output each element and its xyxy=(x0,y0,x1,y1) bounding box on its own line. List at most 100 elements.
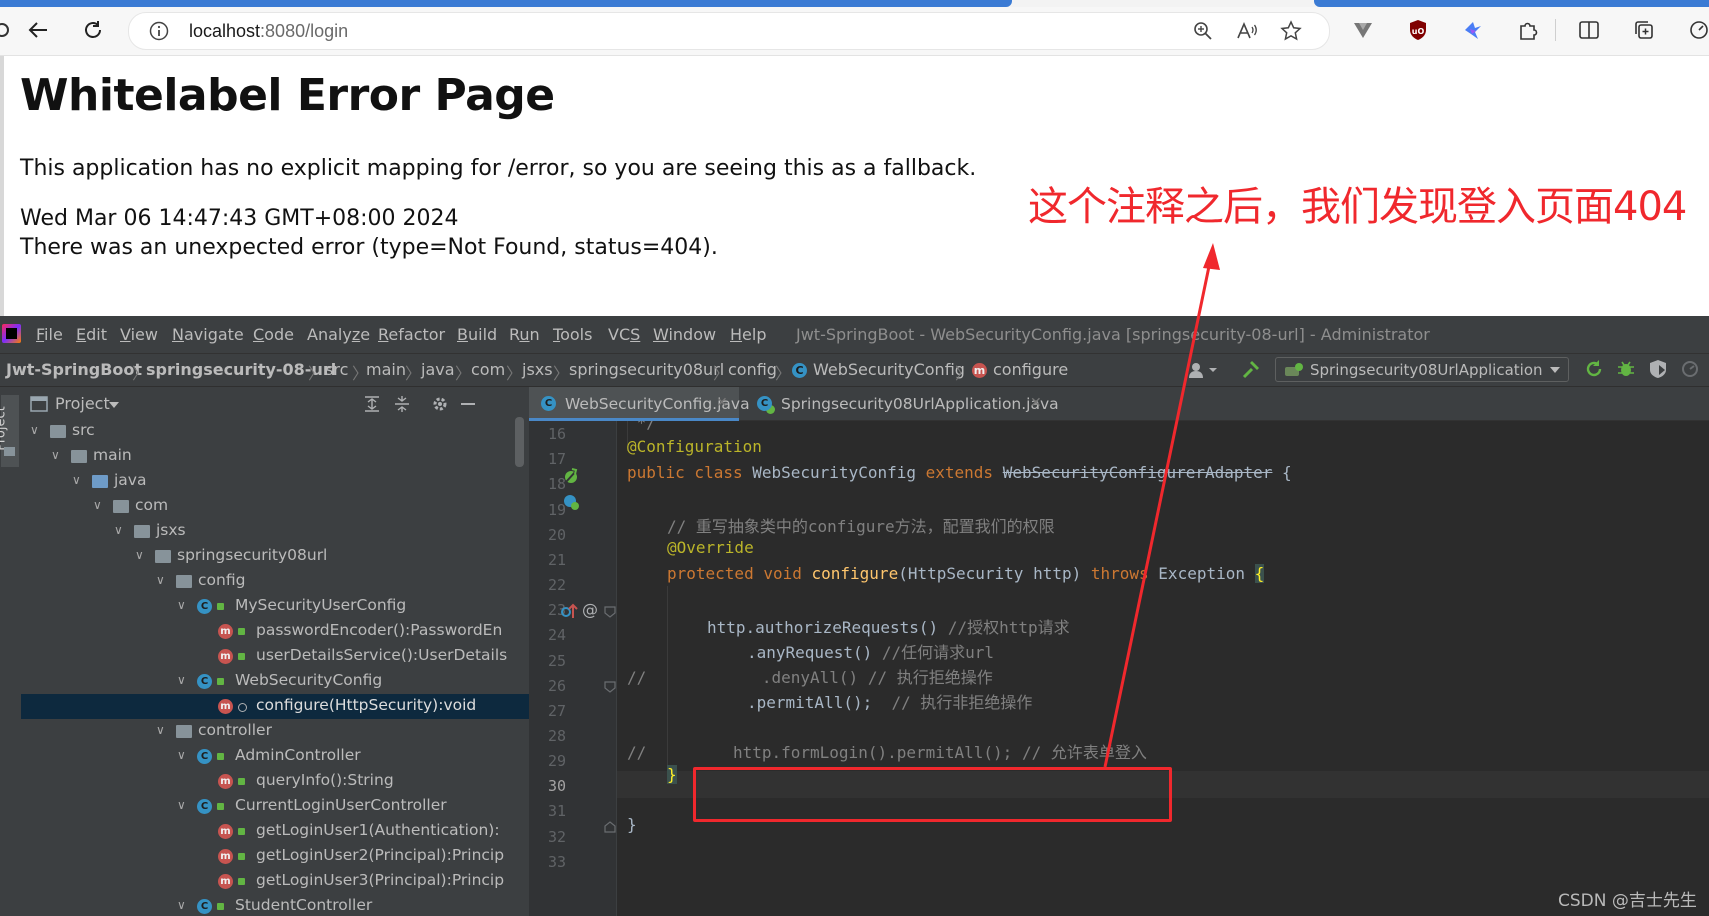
breadcrumb-config[interactable]: config xyxy=(728,360,777,379)
project-panel-title[interactable]: Project xyxy=(55,394,110,413)
address-bar[interactable]: localhost:8080/login xyxy=(128,12,1330,50)
tree-item[interactable]: m getLoginUser2(Principal):Princip xyxy=(21,844,529,869)
tree-item[interactable]: m getLoginUser3(Principal):Princip xyxy=(21,869,529,894)
tree-item[interactable]: m userDetailsService():UserDetails xyxy=(21,644,529,669)
build-hammer-icon[interactable] xyxy=(1240,359,1262,381)
coverage-icon[interactable] xyxy=(1648,359,1668,379)
breadcrumb-package[interactable]: springsecurity08url xyxy=(569,360,724,379)
override-method-icon[interactable] xyxy=(560,602,578,620)
bean-icon[interactable] xyxy=(562,467,580,485)
tree-item[interactable]: ∨ C CurrentLoginUserController xyxy=(21,794,529,819)
tree-item[interactable]: ∨ com xyxy=(21,494,529,519)
chevron-down-icon[interactable]: ∨ xyxy=(72,473,81,487)
tree-item[interactable]: ∨ main xyxy=(21,444,529,469)
breadcrumb-method[interactable]: m configure xyxy=(972,360,1068,379)
rerun-icon[interactable] xyxy=(1584,359,1604,379)
breadcrumb-com[interactable]: com xyxy=(471,360,505,379)
tree-item[interactable]: ∨ C StudentController xyxy=(21,894,529,916)
tree-item[interactable]: ∨ jsxs xyxy=(21,519,529,544)
menu-edit[interactable]: Edit xyxy=(76,325,107,344)
tree-item[interactable]: ∨ C AdminController xyxy=(21,744,529,769)
info-icon[interactable] xyxy=(149,21,169,41)
menu-code[interactable]: Code xyxy=(253,325,294,344)
gear-icon[interactable] xyxy=(431,395,449,413)
bean-class-icon[interactable] xyxy=(562,493,580,511)
minimize-icon[interactable] xyxy=(461,403,475,405)
project-tool-button[interactable]: Project xyxy=(0,395,19,467)
fold-icon[interactable] xyxy=(604,821,616,833)
menu-navigate[interactable]: Navigate xyxy=(172,325,244,344)
expand-all-icon[interactable] xyxy=(363,395,381,413)
browser-tab[interactable] xyxy=(1314,0,1709,7)
menu-view[interactable]: View xyxy=(120,325,158,344)
code-editor[interactable]: */ @Configuration public class WebSecuri… xyxy=(617,421,1709,916)
tree-item[interactable]: ∨ springsecurity08url xyxy=(21,544,529,569)
extension-v-icon[interactable] xyxy=(1348,15,1378,45)
chevron-down-icon[interactable]: ∨ xyxy=(177,598,186,612)
zoom-icon[interactable] xyxy=(1189,17,1217,45)
close-icon[interactable]: ✕ xyxy=(1030,395,1042,411)
breadcrumb-class[interactable]: C WebSecurityConfig xyxy=(792,360,965,379)
menu-file[interactable]: File xyxy=(36,325,63,344)
project-scrollbar[interactable] xyxy=(515,417,524,467)
chevron-down-icon[interactable]: ∨ xyxy=(30,423,39,437)
profiler-icon[interactable] xyxy=(1680,359,1700,379)
fold-icon[interactable] xyxy=(604,681,616,693)
chevron-down-icon[interactable]: ∨ xyxy=(135,548,144,562)
menu-tools[interactable]: Tools xyxy=(553,325,592,344)
chevron-down-icon[interactable]: ∨ xyxy=(156,723,165,737)
tree-item[interactable]: ∨ src xyxy=(21,419,529,444)
tree-item[interactable]: m queryInfo():String xyxy=(21,769,529,794)
menu-help[interactable]: Help xyxy=(730,325,766,344)
breadcrumb-jsxs[interactable]: jsxs xyxy=(522,360,553,379)
menu-build[interactable]: Build xyxy=(457,325,497,344)
tab-springsecurity08urlapplication[interactable]: C Springsecurity08UrlApplication.java ✕ xyxy=(745,387,1059,421)
tree-item[interactable]: m getLoginUser1(Authentication): xyxy=(21,819,529,844)
tree-item[interactable]: ∨ config xyxy=(21,569,529,594)
chevron-down-icon[interactable]: ∨ xyxy=(114,523,123,537)
split-screen-icon[interactable] xyxy=(1574,15,1604,45)
menu-analyze[interactable]: Analyze xyxy=(307,325,370,344)
chevron-down-icon[interactable] xyxy=(109,402,119,408)
browser-tab-active[interactable] xyxy=(0,0,1012,7)
menu-refactor[interactable]: Refactor xyxy=(378,325,445,344)
performance-icon[interactable] xyxy=(1684,15,1709,45)
tree-item[interactable]: m configure(HttpSecurity):void xyxy=(21,694,529,719)
chevron-down-icon[interactable]: ∨ xyxy=(177,798,186,812)
collections-icon[interactable] xyxy=(1629,15,1659,45)
ublock-shield-icon[interactable]: uO xyxy=(1403,15,1433,45)
favorite-star-icon[interactable] xyxy=(1277,17,1305,45)
fold-icon[interactable] xyxy=(604,606,616,618)
breadcrumb-src[interactable]: src xyxy=(325,360,348,379)
chevron-down-icon[interactable]: ∨ xyxy=(51,448,60,462)
close-icon[interactable]: ✕ xyxy=(716,395,728,411)
annotation-at-icon[interactable]: @ xyxy=(582,600,598,619)
chevron-down-icon[interactable]: ∨ xyxy=(177,898,186,912)
reload-button[interactable] xyxy=(78,15,108,45)
collapse-all-icon[interactable] xyxy=(393,395,411,413)
menu-vcs[interactable]: VCS xyxy=(608,325,640,344)
extensions-puzzle-icon[interactable] xyxy=(1513,15,1543,45)
tree-item[interactable]: m passwordEncoder():PasswordEn xyxy=(21,619,529,644)
chevron-down-icon[interactable]: ∨ xyxy=(156,573,165,587)
breadcrumb-java[interactable]: java xyxy=(421,360,455,379)
breadcrumb-project[interactable]: Jwt-SpringBoot xyxy=(6,360,142,379)
tree-item[interactable]: ∨ java xyxy=(21,469,529,494)
url-text[interactable]: localhost:8080/login xyxy=(189,21,348,42)
back-button[interactable] xyxy=(23,15,53,45)
menu-window[interactable]: Window xyxy=(653,325,716,344)
chevron-down-icon[interactable]: ∨ xyxy=(177,748,186,762)
breadcrumb-main[interactable]: main xyxy=(366,360,406,379)
tree-item[interactable]: ∨ C MySecurityUserConfig xyxy=(21,594,529,619)
tab-websecurityconfig[interactable]: C WebSecurityConfig.java ✕ xyxy=(529,387,750,421)
tree-item[interactable]: ∨ controller xyxy=(21,719,529,744)
menu-run[interactable]: Run xyxy=(509,325,540,344)
run-configuration-dropdown[interactable]: Springsecurity08UrlApplication xyxy=(1275,357,1569,382)
debug-bug-icon[interactable] xyxy=(1616,359,1636,379)
chevron-down-icon[interactable]: ∨ xyxy=(93,498,102,512)
user-icon[interactable] xyxy=(1188,361,1218,379)
extension-bird-icon[interactable] xyxy=(1458,15,1488,45)
read-aloud-icon[interactable] xyxy=(1233,17,1261,45)
tree-item[interactable]: ∨ C WebSecurityConfig xyxy=(21,669,529,694)
chevron-down-icon[interactable]: ∨ xyxy=(177,673,186,687)
